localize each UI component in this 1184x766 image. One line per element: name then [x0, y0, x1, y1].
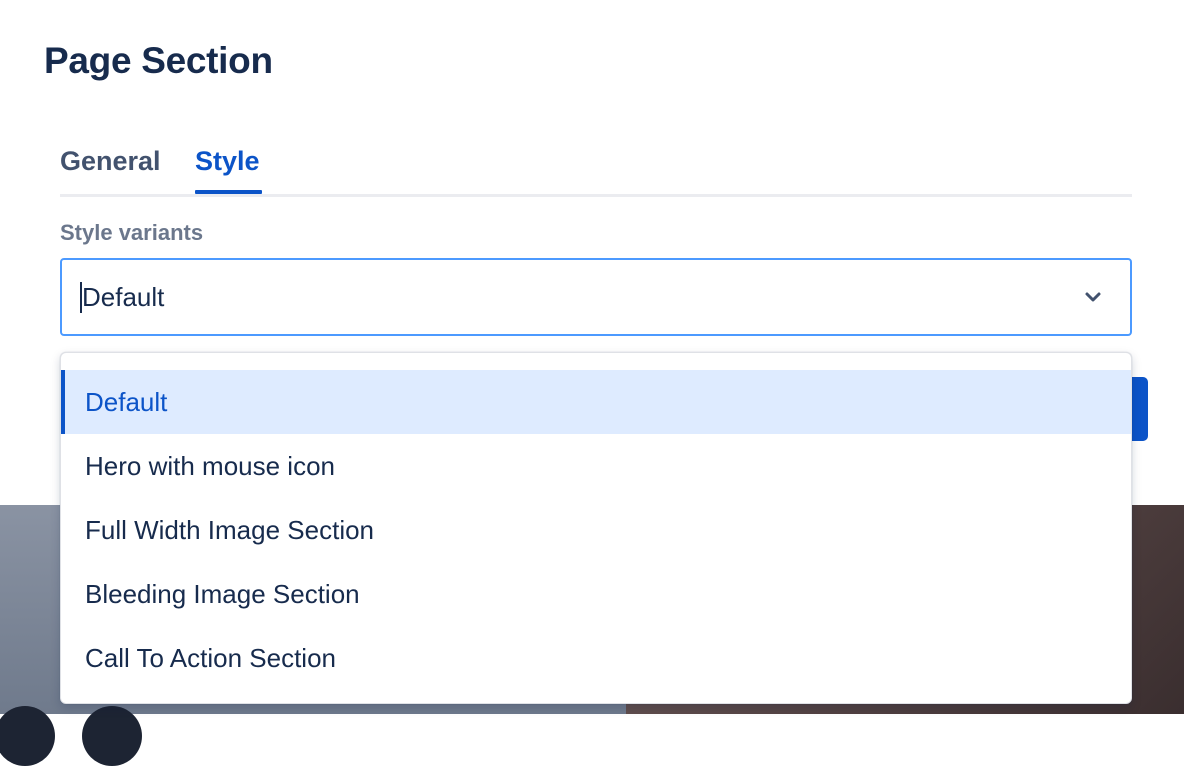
option-call-to-action-section[interactable]: Call To Action Section — [61, 626, 1131, 690]
dialog-title: Page Section — [44, 40, 273, 81]
background-avatar — [0, 706, 55, 766]
option-default[interactable]: Default — [61, 370, 1131, 434]
option-hero-with-mouse-icon[interactable]: Hero with mouse icon — [61, 434, 1131, 498]
tab-bar: General Style — [60, 140, 1132, 197]
option-bleeding-image-section[interactable]: Bleeding Image Section — [61, 562, 1131, 626]
active-tab-indicator — [195, 190, 262, 194]
tab-general[interactable]: General — [60, 146, 161, 177]
options-list: Default Hero with mouse icon Full Width … — [61, 370, 1131, 690]
style-variants-menu: Default Hero with mouse icon Full Width … — [60, 352, 1132, 704]
tab-style[interactable]: Style — [195, 146, 260, 177]
background-avatar — [82, 706, 142, 766]
style-variants-label: Style variants — [60, 220, 204, 245]
selected-value: Default — [82, 282, 165, 312]
chevron-down-icon[interactable] — [1084, 288, 1102, 306]
style-variants-select[interactable]: Default — [60, 258, 1132, 336]
option-full-width-image-section[interactable]: Full Width Image Section — [61, 498, 1131, 562]
